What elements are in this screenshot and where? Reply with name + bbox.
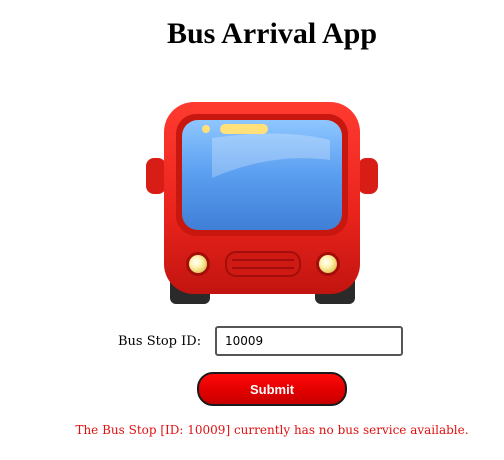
stop-id-label: Bus Stop ID:: [118, 334, 202, 349]
stop-id-input[interactable]: [215, 326, 403, 356]
submit-button[interactable]: Submit: [197, 372, 347, 406]
stop-id-form-row: Bus Stop ID:: [0, 326, 504, 358]
bus-front-icon: [146, 102, 378, 304]
bus-arrival-page: Bus Arrival App Bus Stop ID: 10009 Submi…: [0, 0, 504, 460]
status-message: The Bus Stop [ID: 10009] currently has n…: [75, 423, 469, 437]
page-title: Bus Arrival App: [166, 17, 378, 50]
